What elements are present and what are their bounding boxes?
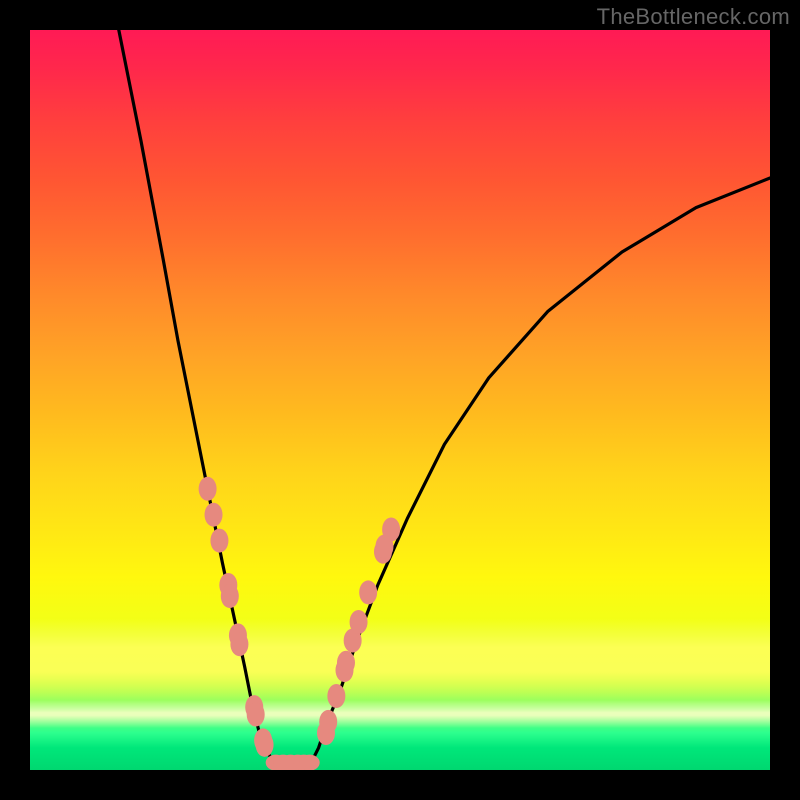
- data-marker: [359, 580, 377, 604]
- data-marker: [210, 529, 228, 553]
- data-marker: [221, 584, 239, 608]
- outer-frame: TheBottleneck.com: [0, 0, 800, 800]
- data-marker: [247, 703, 265, 727]
- plot-area: [30, 30, 770, 770]
- data-marker: [300, 755, 320, 770]
- watermark-text: TheBottleneck.com: [597, 4, 790, 30]
- data-marker: [382, 518, 400, 542]
- data-marker: [256, 733, 274, 757]
- curve-layer: [30, 30, 770, 770]
- data-marker: [350, 610, 368, 634]
- data-marker: [327, 684, 345, 708]
- data-marker: [337, 651, 355, 675]
- bottleneck-curve: [119, 30, 770, 764]
- data-marker: [319, 710, 337, 734]
- data-marker: [199, 477, 217, 501]
- data-marker: [205, 503, 223, 527]
- data-marker: [230, 632, 248, 656]
